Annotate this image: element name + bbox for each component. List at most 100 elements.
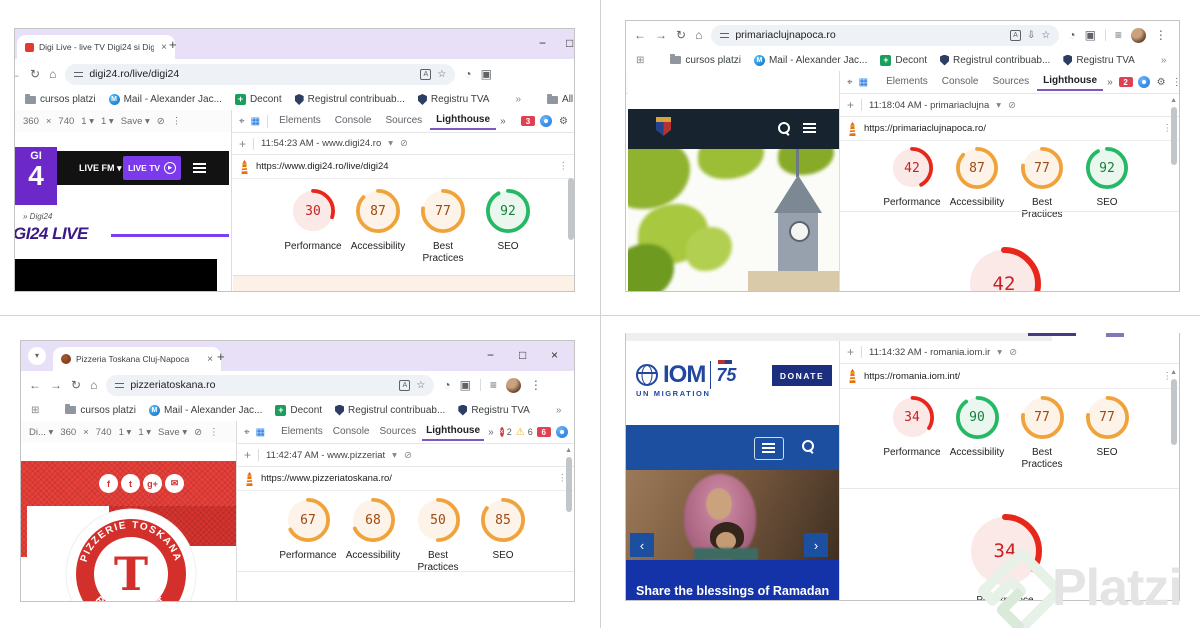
chrome-menu-icon[interactable]: ⋮	[530, 378, 542, 392]
maximize-button[interactable]: □	[566, 36, 573, 50]
hamburger-menu-icon[interactable]	[193, 167, 206, 169]
run-caret-icon[interactable]: ▾	[996, 100, 1001, 111]
scrollbar-up-icon[interactable]: ▲	[1170, 369, 1177, 376]
device-toggle-icon[interactable]: ▦	[857, 77, 870, 88]
chrome-menu-icon[interactable]: ⋮	[1155, 28, 1167, 42]
score-gauge[interactable]: 67	[285, 497, 331, 543]
pizzeria-logo[interactable]: PIZZERIE TOSKANA RESTAURANT T	[65, 508, 197, 601]
device-menu-icon[interactable]: ⋮	[172, 116, 182, 127]
address-bar[interactable]: pizzeriatoskana.ro A ☆	[106, 374, 435, 396]
coat-of-arms-logo[interactable]	[656, 117, 671, 136]
score-gauge[interactable]: 92	[1085, 146, 1129, 190]
rotate-icon[interactable]: ⊘	[157, 116, 165, 127]
clear-runs-icon[interactable]: ⊘	[1009, 347, 1017, 358]
bookmark-decont[interactable]: + Decont	[275, 404, 322, 416]
extension-icon[interactable]	[540, 115, 553, 127]
reload-button[interactable]: ↻	[71, 378, 81, 392]
viewport-width[interactable]: 360	[23, 116, 39, 127]
bookmark-star-icon[interactable]: ☆	[416, 380, 425, 391]
bookmark-cursos-platzi[interactable]: cursos platzi	[670, 54, 741, 66]
bookmark-cursos-platzi[interactable]: cursos platzi	[25, 93, 96, 105]
video-player[interactable]	[15, 259, 217, 291]
tab-pizzeria[interactable]: Pizzeria Toskana Cluj-Napoca ×	[53, 347, 221, 371]
score-gauge[interactable]: 68	[350, 497, 396, 543]
bookmark-registrul[interactable]: Registrul contribuab...	[940, 54, 1050, 66]
score-gauge[interactable]: 87	[355, 188, 401, 234]
new-run-icon[interactable]: +	[847, 345, 854, 359]
address-bar[interactable]: digi24.ro/live/digi24 A ☆	[65, 63, 456, 85]
scrollbar[interactable]	[568, 178, 574, 240]
run-caret-icon[interactable]: ▾	[388, 138, 393, 149]
throttle-select[interactable]: 1 ▾	[101, 116, 114, 127]
live-tv-button[interactable]: LIVE TV ▶	[123, 156, 181, 180]
settings-gear-icon[interactable]: ⚙	[573, 427, 574, 438]
tab-elements[interactable]: Elements	[880, 74, 934, 90]
minimize-button[interactable]: −	[487, 348, 494, 362]
run-timestamp[interactable]: 11:54:23 AM - www.digi24.ro	[261, 138, 381, 149]
device-toggle-icon[interactable]: ▦	[249, 116, 262, 127]
new-run-icon[interactable]: +	[239, 137, 246, 151]
clear-runs-icon[interactable]: ⊘	[404, 450, 412, 461]
bookmark-star-icon[interactable]: ☆	[437, 69, 446, 80]
scrollbar-up-icon[interactable]: ▲	[565, 447, 572, 454]
run-timestamp[interactable]: 11:18:04 AM - primariaclujna	[869, 100, 989, 111]
issues-count-badge[interactable]: 2	[1118, 77, 1133, 87]
zoom-select[interactable]: 1 ▾	[81, 116, 94, 127]
more-tabs-icon[interactable]: »	[486, 427, 496, 438]
bookmark-star-icon[interactable]: ☆	[1041, 30, 1050, 41]
search-icon[interactable]	[778, 122, 790, 134]
digi24-logo[interactable]: GI 4	[15, 147, 57, 205]
bookmarks-overflow-icon[interactable]: »	[1161, 55, 1167, 66]
viewport-height[interactable]: 740	[96, 427, 112, 438]
bookmarks-overflow-icon[interactable]: »	[556, 405, 562, 416]
reload-button[interactable]: ↻	[676, 28, 686, 42]
email-icon[interactable]: ✉	[165, 474, 184, 493]
profile-avatar[interactable]	[505, 377, 521, 393]
score-gauge[interactable]: 50	[415, 497, 461, 543]
score-gauge[interactable]: 77	[1020, 146, 1064, 190]
bookmark-registru-tva[interactable]: Registru TVA	[417, 94, 489, 105]
site-settings-icon[interactable]	[74, 70, 84, 78]
tab-sources[interactable]: Sources	[986, 74, 1035, 90]
bookmarks-overflow-icon[interactable]: »	[515, 94, 521, 105]
home-button[interactable]: ⌂	[49, 67, 56, 81]
device-menu-icon[interactable]: ⋮	[209, 427, 219, 438]
tab-lighthouse[interactable]: Lighthouse	[430, 112, 497, 130]
apps-grid-icon[interactable]: ⊞	[636, 55, 644, 66]
notifications-icon[interactable]: ◔	[443, 378, 450, 392]
hamburger-menu-icon[interactable]	[803, 127, 816, 129]
bookmark-mail[interactable]: M Mail - Alexander Jac...	[753, 54, 867, 66]
run-timestamp[interactable]: 11:42:47 AM - www.pizzeriat	[266, 450, 385, 461]
issues-count-badge[interactable]: 6	[536, 427, 551, 437]
site-settings-icon[interactable]	[720, 31, 730, 39]
twitter-icon[interactable]: t	[121, 474, 140, 493]
bookmark-mail[interactable]: M Mail - Alexander Jac...	[148, 404, 262, 416]
more-tabs-icon[interactable]: »	[1105, 77, 1115, 88]
close-window-button[interactable]: ×	[551, 348, 558, 362]
profile-avatar[interactable]	[1130, 27, 1146, 43]
new-run-icon[interactable]: +	[847, 98, 854, 112]
search-icon[interactable]	[802, 440, 814, 452]
save-select[interactable]: Save ▾	[158, 427, 187, 438]
rotate-icon[interactable]: ⊘	[194, 427, 202, 438]
notifications-icon[interactable]: ◔	[464, 67, 471, 81]
row-menu-icon[interactable]: ⋮	[559, 161, 569, 172]
maximize-button[interactable]: □	[519, 348, 526, 362]
back-button[interactable]: ←	[634, 28, 646, 42]
site-settings-icon[interactable]	[115, 381, 125, 389]
extensions-icon[interactable]: ▣	[460, 378, 471, 392]
minimize-button[interactable]: −	[539, 36, 546, 50]
score-gauge[interactable]: 90	[955, 395, 1000, 440]
donate-button[interactable]: DONATE	[772, 365, 832, 386]
carousel-next-button[interactable]: ›	[804, 533, 828, 557]
zoom-select[interactable]: 1 ▾	[119, 427, 132, 438]
viewport-width[interactable]: 360	[60, 427, 76, 438]
score-gauge[interactable]: 77	[420, 188, 466, 234]
inspect-icon[interactable]: ⌖	[242, 427, 252, 438]
scrollbar[interactable]	[1171, 107, 1177, 165]
score-gauge[interactable]: 77	[1085, 395, 1130, 440]
throttle-select[interactable]: 1 ▾	[138, 427, 151, 438]
score-gauge[interactable]: 92	[485, 188, 531, 234]
translate-icon[interactable]: A	[399, 379, 411, 391]
devtools-menu-icon[interactable]: ⋮	[1170, 77, 1179, 88]
